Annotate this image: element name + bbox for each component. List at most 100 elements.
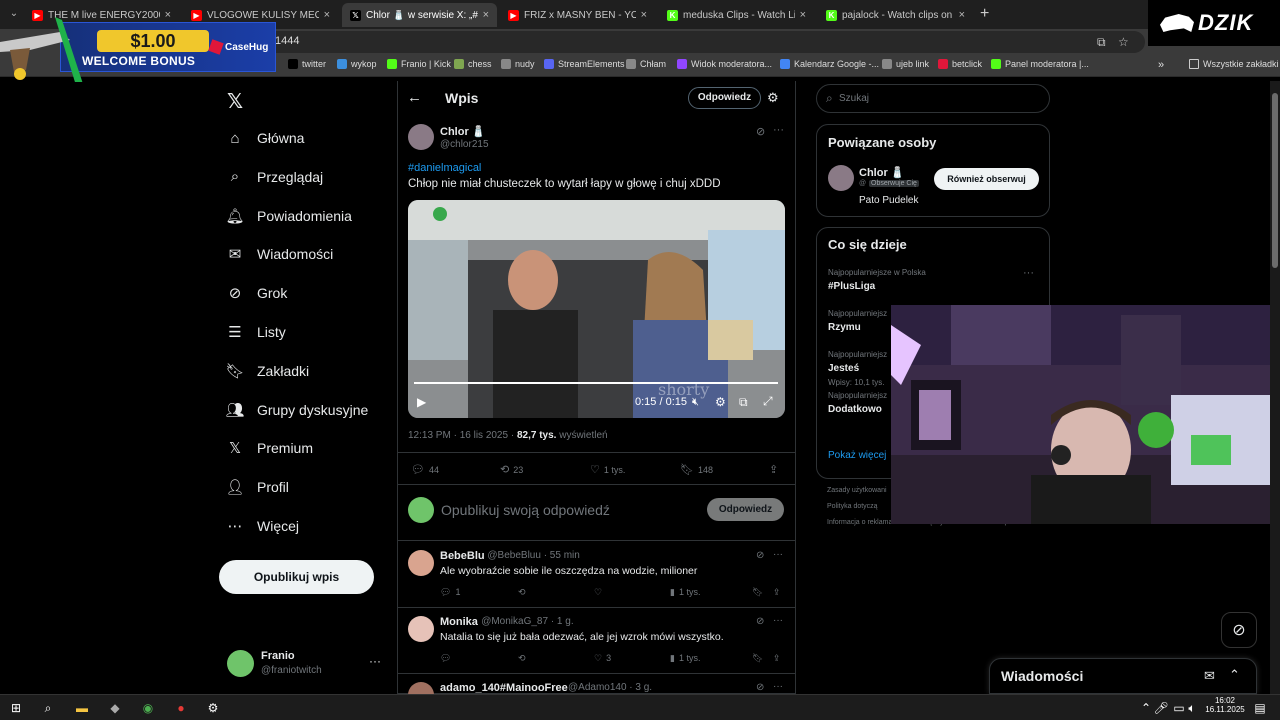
fullscreen-icon[interactable]: ⤢ (763, 394, 773, 409)
chrome-icon[interactable]: ◉ (140, 700, 156, 716)
grok-icon[interactable]: ⊘ (756, 125, 765, 138)
bookmark-action[interactable]: 🔖︎ 148 (680, 463, 713, 476)
x-logo-icon[interactable]: 𝕏 (227, 89, 243, 114)
browser-tab[interactable]: Kpajalock - Watch clips on Kick × (818, 3, 973, 27)
nav-item-envelope[interactable]: ✉ Wiadomości (227, 242, 334, 266)
file-explorer-icon[interactable]: ▬ (74, 700, 90, 716)
bookmark-item[interactable]: Kalendarz Google -... (780, 59, 879, 69)
views-action[interactable]: ▮ 1 tys. (670, 587, 700, 598)
pip-icon[interactable]: ⧉ (739, 395, 748, 410)
nav-item-x-premium[interactable]: 𝕏 Premium (227, 436, 313, 460)
reply-author[interactable]: adamo_140#MainooFree (440, 682, 568, 694)
address-input[interactable]: 1444 ⧉ ☆ (265, 31, 1145, 53)
tab-close-icon[interactable]: × (959, 9, 965, 21)
account-more-icon[interactable]: ··· (369, 654, 381, 668)
expand-chevron-icon[interactable]: ⌃ (1229, 667, 1240, 683)
bookmark-item[interactable]: Franio | Kick (387, 59, 451, 69)
footer-link[interactable]: Informacja o reklamach (827, 519, 900, 526)
post-hashtag[interactable]: #danielmagical (408, 162, 481, 174)
video-player[interactable]: shorty ▶ 0:15 / 0:15 🔇︎ ⚙ ⧉ ⤢ (408, 200, 785, 418)
trend-more-icon[interactable]: ··· (1023, 267, 1034, 279)
settings-icon[interactable]: ⚙ (205, 700, 221, 716)
new-tab-button[interactable]: + (980, 5, 989, 23)
reply-action[interactable]: 💬︎ (440, 653, 455, 664)
follow-back-button[interactable]: Również obserwuj (934, 168, 1039, 190)
footer-link[interactable]: Polityka dotyczą (827, 503, 878, 510)
grok-floating-button[interactable]: ⊘ (1221, 612, 1257, 648)
bookmark-item[interactable]: Widok moderatora... (677, 59, 772, 69)
reply-handle[interactable]: @Adamo140 · 3 g. (568, 682, 652, 693)
new-message-icon[interactable]: ✉ (1204, 668, 1215, 684)
settings-sliders-icon[interactable]: ⚙ (767, 90, 779, 106)
show-more-link[interactable]: Pokaż więcej (828, 450, 886, 461)
bookmark-item[interactable]: StreamElements (544, 59, 625, 69)
search-input[interactable]: ⌕ Szukaj (816, 84, 1050, 113)
settings-gear-icon[interactable]: ⚙ (715, 395, 726, 409)
account-switcher[interactable]: Franio @franiotwitch ··· (227, 648, 387, 684)
grok-icon[interactable]: ⊘ (756, 550, 764, 561)
bookmark-item[interactable]: chess (454, 59, 492, 69)
nav-item-search[interactable]: ⌕ Przeglądaj (227, 165, 323, 189)
volume-icon[interactable]: 🔈︎ (1184, 700, 1200, 716)
reply-item[interactable]: adamo_140#MainooFree @Adamo140 · 3 g. ⊘ ··· (397, 674, 796, 708)
nav-item-bookmark[interactable]: 🔖︎ Zakładki (225, 359, 309, 383)
grok-icon[interactable]: ⊘ (756, 682, 764, 693)
nav-item-list[interactable]: ☰ Listy (227, 320, 286, 344)
reply-item[interactable]: BebeBlu @BebeBluu · 55 min ⊘ ··· Ale wyobraź… (397, 542, 796, 608)
more-icon[interactable]: ··· (773, 615, 783, 626)
author-avatar[interactable] (408, 124, 434, 150)
tab-close-icon[interactable]: × (800, 9, 806, 21)
scrollbar-thumb[interactable] (1272, 93, 1278, 268)
more-icon[interactable]: ··· (773, 124, 784, 136)
app-icon[interactable]: ◆ (107, 700, 123, 716)
share-action[interactable]: ⇪ (769, 463, 778, 476)
reply-input[interactable]: Opublikuj swoją odpowiedź (441, 502, 610, 518)
repost-action[interactable]: ⟲ (518, 653, 530, 664)
play-icon[interactable]: ▶ (417, 395, 426, 409)
mute-icon[interactable]: 🔇︎ (692, 396, 699, 409)
nav-item-home[interactable]: ⌂ Główna (227, 126, 304, 150)
tab-close-icon[interactable]: × (483, 9, 489, 21)
heart-action[interactable]: ♡ 3 (594, 653, 611, 664)
nav-item-bell[interactable]: 🔔︎ Powiadomienia (225, 204, 351, 228)
messages-drawer[interactable]: Wiadomości ✉ ⌃ (989, 658, 1257, 694)
author-handle[interactable]: @chlor215 (440, 139, 489, 150)
tab-close-icon[interactable]: × (641, 9, 647, 21)
browser-tab[interactable]: Kmeduska Clips - Watch Live on × (659, 3, 814, 27)
reply-action[interactable]: 💬︎ 1 (440, 587, 460, 598)
all-bookmarks-folder[interactable]: Wszystkie zakładki (1189, 59, 1279, 69)
bookmark-item[interactable]: betclick (938, 59, 982, 69)
nav-item-people[interactable]: 👥︎ Grupy dyskusyjne (225, 398, 368, 422)
like-action[interactable]: ♡ 1 tys. (590, 463, 625, 476)
bookmark-action[interactable]: 🔖︎ (752, 587, 763, 598)
bookmark-item[interactable]: twitter (288, 59, 326, 69)
header-reply-button[interactable]: Odpowiedz (688, 87, 761, 109)
install-app-icon[interactable]: ⧉ (1097, 35, 1106, 50)
reply-handle[interactable]: @MonikaG_87 · 1 g. (481, 616, 573, 627)
reply-action[interactable]: 💬︎ 44 (411, 463, 439, 476)
bookmark-star-icon[interactable]: ☆ (1118, 35, 1129, 49)
reply-author[interactable]: Monika (440, 616, 478, 628)
reply-submit-button[interactable]: Odpowiedz (707, 498, 784, 521)
nav-item-grok[interactable]: ⊘ Grok (227, 281, 288, 305)
bookmark-item[interactable]: ujeb link (882, 59, 929, 69)
share-action[interactable]: ⇪ (773, 587, 781, 598)
views-action[interactable]: ▮ 1 tys. (670, 653, 700, 664)
related-name[interactable]: Chlor 🧂 (859, 166, 904, 179)
clock[interactable]: 16:02 16.11.2025 (1205, 696, 1245, 714)
app-red-icon[interactable]: ● (173, 700, 189, 716)
browser-tab[interactable]: 𝕏 Chlor 🧂 w serwisie X: „#danielm × (342, 3, 497, 27)
microphone-icon[interactable]: 🎤︎ (1153, 700, 1169, 716)
author-name[interactable]: Chlor 🧂 (440, 125, 485, 138)
bookmark-action[interactable]: 🔖︎ (752, 653, 763, 664)
page-scrollbar[interactable] (1270, 81, 1280, 694)
tray-chevron-icon[interactable]: ⌃ (1138, 700, 1154, 716)
browser-tab[interactable]: ▶ FRIZ x MASNY BEN - YO MAMA × (500, 3, 655, 27)
nav-item-person[interactable]: 👤︎ Profil (225, 475, 288, 499)
reply-avatar[interactable] (408, 550, 434, 576)
footer-link[interactable]: Zasady użytkowani (827, 487, 887, 494)
bookmark-item[interactable]: Panel moderatora |... (991, 59, 1089, 69)
video-progress-bar[interactable] (414, 382, 778, 384)
reply-handle[interactable]: @BebeBluu · 55 min (487, 550, 579, 561)
notifications-icon[interactable]: ▤ (1252, 700, 1268, 716)
